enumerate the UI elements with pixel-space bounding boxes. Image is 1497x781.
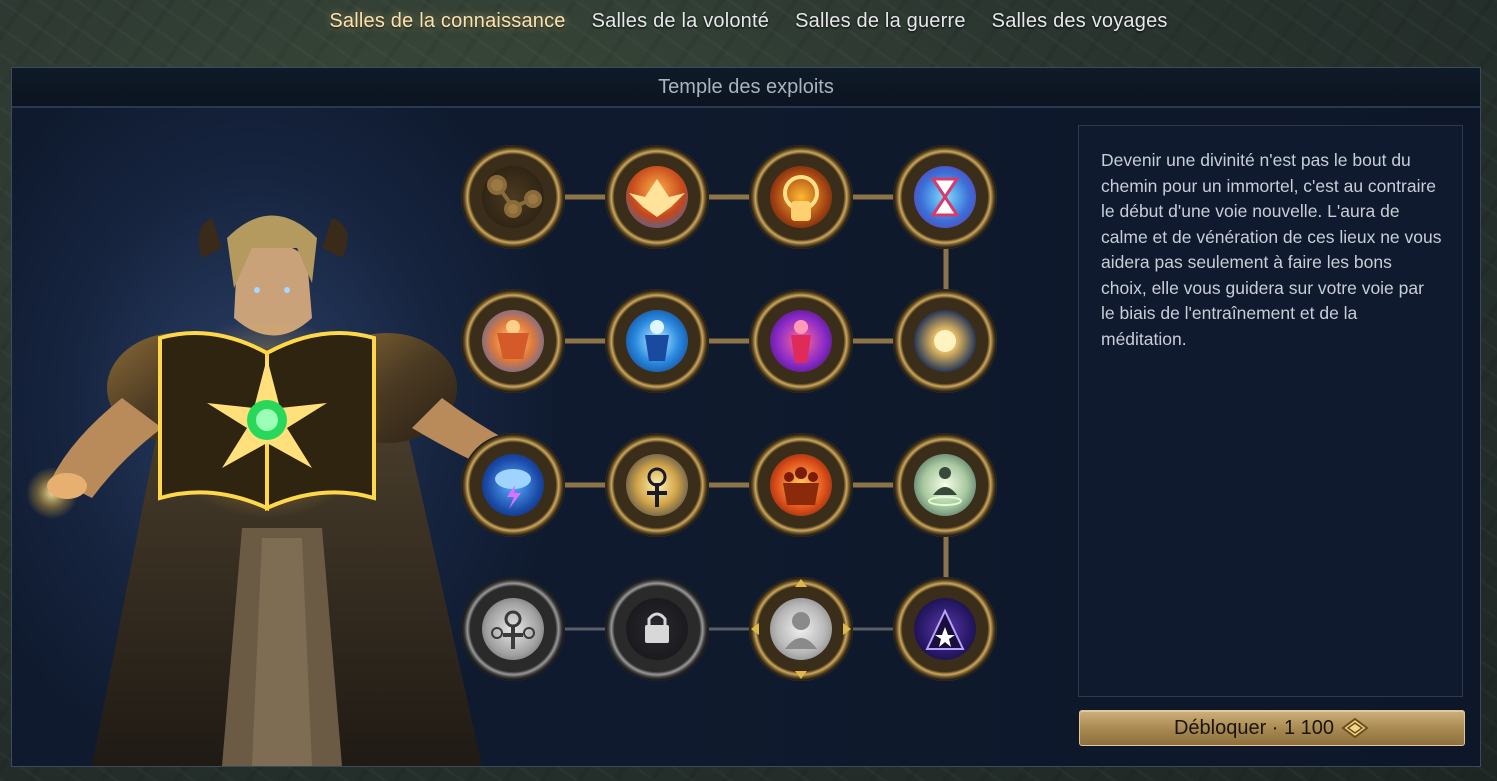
golden-fist-icon — [783, 175, 819, 221]
light-orb-icon — [934, 330, 956, 352]
skill-node-sword-emblem[interactable] — [605, 433, 709, 537]
storm-cloud-icon — [495, 469, 531, 509]
skill-node-triple-sword-emblem[interactable] — [461, 577, 565, 681]
skill-node-dark-star[interactable] — [893, 577, 997, 681]
tab-salles-volonte[interactable]: Salles de la volonté — [592, 8, 769, 35]
skill-node-storm-cloud[interactable] — [461, 433, 565, 537]
hourglass-icon — [930, 177, 960, 217]
skill-node-blue-warrior[interactable] — [605, 289, 709, 393]
skill-node-phoenix[interactable] — [605, 145, 709, 249]
skill-node-locked[interactable] — [605, 577, 709, 681]
skill-node-flexing-warrior[interactable] — [461, 289, 565, 393]
skill-node-hourglass[interactable] — [893, 145, 997, 249]
sword-emblem-icon — [647, 467, 667, 507]
blue-warrior-icon — [645, 320, 669, 361]
temple-panel: Temple des exploits Devenir une divinité… — [11, 67, 1481, 767]
tab-salles-guerre[interactable]: Salles de la guerre — [795, 8, 966, 35]
dark-star-icon — [925, 608, 965, 650]
unlock-label: Débloquer · 1 100 — [1173, 716, 1335, 739]
phoenix-icon — [629, 179, 685, 217]
tab-salles-connaissance[interactable]: Salles de la connaissance — [329, 8, 565, 35]
skill-node-monk-bust[interactable] — [749, 577, 853, 681]
unlock-button[interactable]: Débloquer · 1 100 — [1079, 710, 1465, 746]
fire-warriors-icon — [783, 467, 819, 505]
panel-title: Temple des exploits — [12, 68, 1480, 108]
hall-tabs: Salles de la connaissance Salles de la v… — [0, 8, 1497, 35]
meditation-icon — [928, 467, 962, 506]
monk-bust-icon — [751, 579, 851, 679]
skill-node-crimson-figure[interactable] — [749, 289, 853, 393]
flexing-warrior-icon — [497, 320, 529, 359]
skill-node-meditation[interactable] — [893, 433, 997, 537]
skill-node-golden-fist[interactable] — [749, 145, 853, 249]
panel-content: Devenir une divinité n'est pas le bout d… — [12, 108, 1480, 766]
description-box: Devenir une divinité n'est pas le bout d… — [1078, 125, 1463, 697]
lock-icon — [645, 612, 669, 643]
description-text: Devenir une divinité n'est pas le bout d… — [1101, 150, 1442, 349]
skill-node-network[interactable] — [461, 145, 565, 249]
skill-node-fire-warriors[interactable] — [749, 433, 853, 537]
skill-node-light-orb[interactable] — [893, 289, 997, 393]
network-icon — [487, 175, 542, 218]
tab-salles-voyages[interactable]: Salles des voyages — [992, 8, 1168, 35]
crimson-figure-icon — [791, 320, 811, 363]
triple-sword-emblem-icon — [491, 610, 535, 649]
diamond-currency-icon — [1341, 717, 1369, 739]
